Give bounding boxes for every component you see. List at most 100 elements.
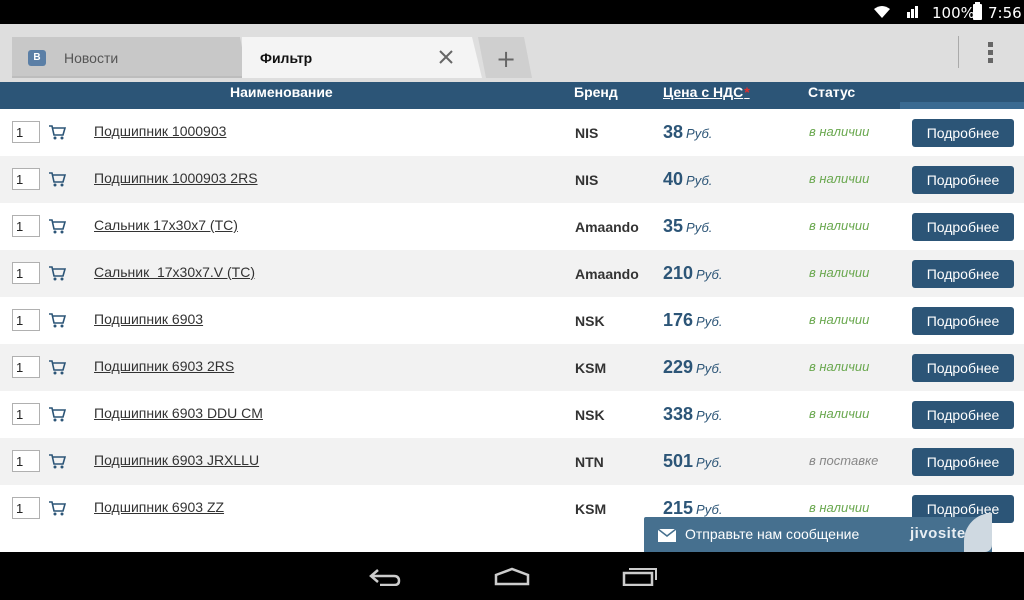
jivosite-chat-widget[interactable]: Отправьте нам сообщение jivosite: [644, 513, 992, 552]
product-link[interactable]: Подшипник 6903 JRXLLU: [94, 452, 259, 468]
tab-label: Фильтр: [260, 50, 313, 66]
cart-icon[interactable]: [48, 405, 67, 423]
cart-icon[interactable]: [48, 499, 67, 517]
product-price: 210 Руб.: [663, 263, 723, 283]
required-mark: *: [744, 84, 750, 100]
cart-icon[interactable]: [48, 311, 67, 329]
back-icon[interactable]: [366, 566, 402, 586]
stock-status: в наличии: [809, 359, 870, 374]
recent-apps-icon[interactable]: [622, 566, 658, 586]
product-price: 35 Руб.: [663, 216, 713, 236]
quantity-input[interactable]: [12, 356, 40, 378]
product-link[interactable]: Подшипник 1000903: [94, 123, 226, 139]
stock-status: в наличии: [809, 265, 870, 280]
plus-icon: +: [496, 45, 517, 73]
jivosite-logo: jivosite: [910, 525, 966, 542]
table-row: Подшипник 6903 2RS KSM 229Руб. в наличии Под…: [0, 344, 1024, 391]
currency-label: Руб.: [686, 220, 713, 235]
product-brand: NIS: [575, 125, 599, 141]
table-row: Подшипник 1000903 NIS 38Руб. в наличии Подро…: [0, 109, 1024, 156]
close-icon[interactable]: [437, 48, 455, 66]
cart-icon[interactable]: [48, 123, 67, 141]
cart-icon[interactable]: [48, 170, 67, 188]
stock-status: в поставке: [809, 453, 879, 468]
product-price: 38 Руб.: [663, 122, 713, 142]
tab-news[interactable]: В Новости: [12, 37, 248, 78]
signal-icon: [907, 6, 918, 18]
cart-icon[interactable]: [48, 217, 67, 235]
navigation-bar: [0, 552, 1024, 600]
table-row: Сальник 17х30х7 (TC) Amaando 35Руб. в налич…: [0, 203, 1024, 250]
cart-icon[interactable]: [48, 264, 67, 282]
quantity-input[interactable]: [12, 215, 40, 237]
vk-icon: В: [28, 50, 46, 66]
table-header: Наименование Бренд Цена с НДС* Статус: [0, 82, 1024, 109]
product-brand: KSM: [575, 360, 607, 376]
stock-status: в наличии: [809, 124, 870, 139]
product-price: 215 Руб.: [663, 498, 723, 518]
header-status: Статус: [808, 84, 856, 100]
details-button[interactable]: Подробнее: [912, 260, 1014, 288]
details-button[interactable]: Подробнее: [912, 401, 1014, 429]
tab-label: Новости: [64, 50, 119, 66]
browser-tab-bar: В Новости Фильтр +: [0, 24, 1024, 82]
stock-status: в наличии: [809, 171, 870, 186]
product-link[interactable]: Сальник 17х30х7.V (TC): [94, 264, 255, 280]
details-button[interactable]: Подробнее: [912, 448, 1014, 476]
product-price: 338 Руб.: [663, 404, 723, 424]
product-price: 176 Руб.: [663, 310, 723, 330]
quantity-input[interactable]: [12, 168, 40, 190]
product-brand: NTN: [575, 454, 604, 470]
product-link[interactable]: Подшипник 6903 DDU CM: [94, 405, 263, 421]
quantity-input[interactable]: [12, 450, 40, 472]
battery-percent: 100%: [932, 4, 975, 22]
header-price[interactable]: Цена с НДС*: [663, 83, 750, 101]
quantity-input[interactable]: [12, 262, 40, 284]
product-brand: NSK: [575, 313, 605, 329]
cart-icon[interactable]: [48, 452, 67, 470]
page-curl: [964, 513, 992, 552]
product-brand: NSK: [575, 407, 605, 423]
clock: 7:56: [988, 4, 1022, 22]
details-button[interactable]: Подробнее: [912, 166, 1014, 194]
product-link[interactable]: Подшипник 6903 ZZ: [94, 499, 224, 515]
currency-label: Руб.: [696, 361, 723, 376]
details-button[interactable]: Подробнее: [912, 119, 1014, 147]
quantity-input[interactable]: [12, 403, 40, 425]
product-link[interactable]: Сальник 17х30х7 (TC): [94, 217, 238, 233]
product-link[interactable]: Подшипник 1000903 2RS: [94, 170, 258, 186]
cart-icon[interactable]: [48, 358, 67, 376]
details-button[interactable]: Подробнее: [912, 307, 1014, 335]
header-brand: Бренд: [574, 84, 618, 100]
divider: [958, 36, 959, 68]
product-link[interactable]: Подшипник 6903: [94, 311, 203, 327]
wifi-icon: [874, 6, 890, 18]
product-price: 40 Руб.: [663, 169, 713, 189]
table-row: Подшипник 6903 DDU CM NSK 338Руб. в наличии…: [0, 391, 1024, 438]
stock-status: в наличии: [809, 500, 870, 515]
table-row: Подшипник 6903 JRXLLU NTN 501Руб. в поставк…: [0, 438, 1024, 485]
web-page: Наименование Бренд Цена с НДС* Статус По…: [0, 82, 1024, 552]
new-tab-button[interactable]: +: [478, 37, 532, 78]
home-icon[interactable]: [494, 566, 530, 586]
currency-label: Руб.: [696, 502, 723, 517]
tab-filter[interactable]: Фильтр: [242, 37, 482, 78]
product-brand: Amaando: [575, 266, 639, 282]
product-brand: KSM: [575, 501, 607, 517]
quantity-input[interactable]: [12, 121, 40, 143]
details-button[interactable]: Подробнее: [912, 354, 1014, 382]
table-row: Подшипник 6903 NSK 176Руб. в наличии Подробн…: [0, 297, 1024, 344]
currency-label: Руб.: [696, 267, 723, 282]
header-name: Наименование: [230, 84, 333, 100]
header-accent: [900, 102, 1024, 109]
details-button[interactable]: Подробнее: [912, 213, 1014, 241]
quantity-input[interactable]: [12, 309, 40, 331]
currency-label: Руб.: [696, 408, 723, 423]
quantity-input[interactable]: [12, 497, 40, 519]
stock-status: в наличии: [809, 312, 870, 327]
overflow-menu-icon[interactable]: [988, 42, 994, 64]
product-link[interactable]: Подшипник 6903 2RS: [94, 358, 234, 374]
battery-icon: [973, 2, 982, 20]
currency-label: Руб.: [696, 455, 723, 470]
chat-prompt: Отправьте нам сообщение: [685, 526, 860, 542]
